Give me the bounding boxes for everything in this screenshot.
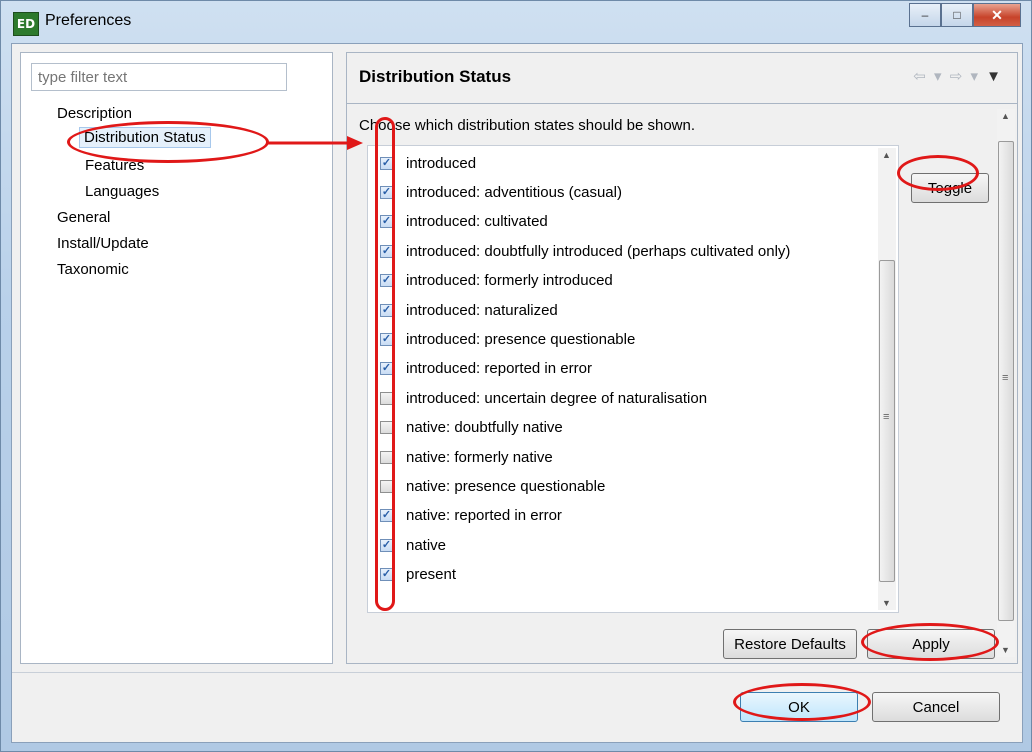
dialog-client-area: Description Distribution Status Features… xyxy=(11,43,1023,743)
window-controls: – □ ✕ xyxy=(909,3,1021,27)
back-dropdown-icon[interactable]: ▾ xyxy=(934,68,944,85)
minimize-button[interactable]: – xyxy=(909,3,941,27)
annotation-checkbox-column xyxy=(375,117,395,611)
list-item-label: native: presence questionable xyxy=(406,477,606,495)
list-item[interactable]: ✓ introduced: adventitious (casual) xyxy=(380,181,622,203)
list-item[interactable]: introduced: uncertain degree of naturali… xyxy=(380,387,707,409)
page-scroll-thumb[interactable]: ≡ xyxy=(998,141,1014,621)
list-item-label: introduced: adventitious (casual) xyxy=(406,183,622,201)
forward-dropdown-icon[interactable]: ▾ xyxy=(970,68,980,85)
view-menu-icon[interactable]: ▼ xyxy=(986,68,1003,85)
page-scroll-down-icon[interactable]: ▼ xyxy=(1001,645,1010,655)
list-item-label: introduced: presence questionable xyxy=(406,330,636,348)
page-scrollbar[interactable]: ▲ ≡ ▼ xyxy=(997,109,1015,657)
tree-item-taxonomic[interactable]: Taxonomic xyxy=(57,261,129,278)
preference-page: Distribution Status ⇦ ▾ ⇨ ▾ ▼ Choose whi… xyxy=(346,52,1018,664)
page-description: Choose which distribution states should … xyxy=(359,117,696,134)
cancel-button[interactable]: Cancel xyxy=(872,692,1000,722)
list-item[interactable]: ✓ native: reported in error xyxy=(380,505,562,527)
list-item-label: introduced: uncertain degree of naturali… xyxy=(406,389,708,407)
restore-defaults-button[interactable]: Restore Defaults xyxy=(723,629,857,659)
scroll-thumb[interactable]: ≡ xyxy=(879,260,895,582)
list-item-label: introduced: formerly introduced xyxy=(406,272,613,290)
grip-icon: ≡ xyxy=(883,411,890,423)
ok-button[interactable]: OK xyxy=(740,692,858,722)
list-item-label: native: reported in error xyxy=(406,507,562,525)
list-item-label: native: formerly native xyxy=(406,448,553,466)
app-icon: ED xyxy=(13,12,39,36)
list-item-label: present xyxy=(406,566,457,584)
list-item[interactable]: native: formerly native xyxy=(380,446,553,468)
annotation-arrow-icon xyxy=(267,136,363,150)
tree-item-description[interactable]: Description xyxy=(57,105,132,122)
list-item[interactable]: ✓ introduced: cultivated xyxy=(380,211,548,233)
page-title: Distribution Status xyxy=(359,67,512,86)
list-item-label: native: doubtfully native xyxy=(406,419,563,437)
list-item-label: introduced: reported in error xyxy=(406,360,592,378)
tree-item-features[interactable]: Features xyxy=(85,157,144,174)
footer-divider xyxy=(12,672,1022,673)
list-item-label: introduced xyxy=(406,154,477,172)
scroll-down-icon[interactable]: ▼ xyxy=(882,598,891,608)
list-item[interactable]: ✓ introduced: presence questionable xyxy=(380,328,635,350)
scroll-up-icon[interactable]: ▲ xyxy=(882,150,891,160)
page-navigation: ⇦ ▾ ⇨ ▾ ▼ xyxy=(913,67,1003,85)
list-item-label: introduced: naturalized xyxy=(406,301,558,319)
list-item-label: introduced: cultivated xyxy=(406,213,548,231)
distribution-status-list: ✓ introduced ✓ introduced: adventitious (ca… xyxy=(367,145,899,613)
list-item-label: introduced: doubtfully introduced (perha… xyxy=(406,242,791,260)
list-item[interactable]: native: presence questionable xyxy=(380,475,605,497)
title-bar[interactable]: ED Preferences – □ ✕ xyxy=(1,1,1031,43)
forward-arrow-icon[interactable]: ⇨ xyxy=(950,68,965,85)
window-title: Preferences xyxy=(45,12,132,29)
tree-item-general[interactable]: General xyxy=(57,209,110,226)
page-scroll-up-icon[interactable]: ▲ xyxy=(1001,111,1010,121)
maximize-button[interactable]: □ xyxy=(941,3,973,27)
list-item[interactable]: native: doubtfully native xyxy=(380,417,563,439)
apply-button[interactable]: Apply xyxy=(867,629,995,659)
toggle-button[interactable]: Toggle xyxy=(911,173,989,203)
tree-item-install-update[interactable]: Install/Update xyxy=(57,235,149,252)
preferences-window: ED Preferences – □ ✕ Description Distrib… xyxy=(0,0,1032,752)
list-scrollbar[interactable]: ▲ ≡ ▼ xyxy=(878,148,896,610)
page-grip-icon: ≡ xyxy=(1002,372,1009,384)
list-item[interactable]: ✓ introduced: formerly introduced xyxy=(380,270,613,292)
list-item[interactable]: ✓ introduced: naturalized xyxy=(380,299,558,321)
tree-item-distribution-status[interactable]: Distribution Status xyxy=(79,127,211,148)
list-item-label: native xyxy=(406,536,447,554)
list-item[interactable]: ✓ introduced: reported in error xyxy=(380,358,592,380)
close-button[interactable]: ✕ xyxy=(973,3,1021,27)
tree-item-languages[interactable]: Languages xyxy=(85,183,159,200)
filter-input[interactable] xyxy=(31,63,287,91)
list-item[interactable]: ✓ introduced: doubtfully introduced (perh… xyxy=(380,240,790,262)
header-divider xyxy=(347,103,1017,104)
back-arrow-icon[interactable]: ⇦ xyxy=(913,68,928,85)
